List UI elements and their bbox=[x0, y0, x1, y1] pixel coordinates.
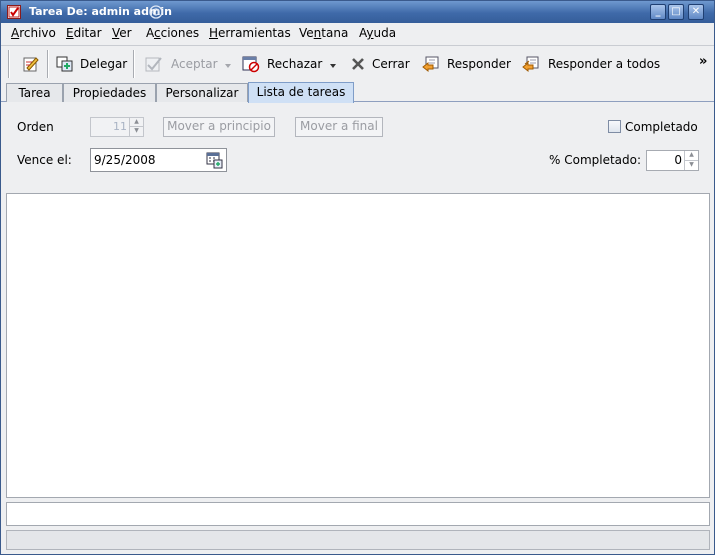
menu-archivo[interactable]: Archivo bbox=[11, 26, 56, 40]
responder-button[interactable]: Responder bbox=[422, 53, 514, 75]
close-x-icon bbox=[352, 58, 364, 70]
pct-completado-spinner[interactable]: 0 ▲ ▼ bbox=[646, 150, 699, 171]
toolbar-separator bbox=[133, 50, 135, 78]
responder-label: Responder bbox=[447, 57, 511, 71]
orden-up-icon[interactable]: ▲ bbox=[130, 118, 143, 127]
rechazar-button[interactable]: Rechazar bbox=[242, 53, 338, 75]
attachment-field[interactable] bbox=[6, 502, 710, 526]
title-bar[interactable]: Tarea De: admin admin _ □ ✕ bbox=[1, 1, 714, 23]
calendar-picker-icon[interactable] bbox=[206, 152, 223, 169]
tab-lista-de-tareas[interactable]: Lista de tareas bbox=[248, 82, 354, 103]
menu-editar[interactable]: Editar bbox=[66, 26, 102, 40]
rechazar-dropdown-icon[interactable] bbox=[330, 64, 336, 68]
vence-date-field[interactable]: 9/25/2008 bbox=[90, 148, 227, 172]
vence-label: Vence el: bbox=[17, 153, 72, 167]
orden-label: Orden bbox=[17, 120, 54, 134]
completado-checkbox[interactable] bbox=[608, 120, 621, 133]
menu-acciones[interactable]: Acciones bbox=[146, 26, 199, 40]
tab-bar: Tarea Propiedades Personalizar Lista de … bbox=[1, 81, 714, 103]
mover-principio-button[interactable]: Mover a principio bbox=[163, 117, 275, 137]
pct-completado-value: 0 bbox=[674, 153, 682, 167]
toolbar: Delegar Aceptar Rechazar Cerrar Responde… bbox=[1, 45, 714, 81]
close-window-button[interactable]: ✕ bbox=[688, 4, 704, 20]
pct-up-icon[interactable]: ▲ bbox=[685, 151, 698, 161]
orden-down-icon[interactable]: ▼ bbox=[130, 127, 143, 136]
toolbar-overflow-icon[interactable]: » bbox=[699, 54, 708, 69]
cerrar-label: Cerrar bbox=[372, 57, 410, 71]
reply-icon bbox=[422, 56, 439, 73]
toolbar-grip[interactable] bbox=[8, 50, 10, 78]
aceptar-label: Aceptar bbox=[171, 57, 218, 71]
menu-herramientas[interactable]: Herramientas bbox=[209, 26, 291, 40]
task-list-panel: Orden 11 ▲ ▼ Mover a principio Mover a f… bbox=[6, 103, 710, 189]
orden-spinner-arrows: ▲ ▼ bbox=[129, 118, 143, 136]
swirl-decoration-icon bbox=[149, 5, 163, 19]
menu-ayuda[interactable]: Ayuda bbox=[359, 26, 396, 40]
pct-spinner-arrows: ▲ ▼ bbox=[684, 151, 698, 170]
edit-task-button[interactable] bbox=[22, 53, 42, 75]
aceptar-dropdown-icon[interactable] bbox=[225, 64, 231, 68]
delegar-label: Delegar bbox=[80, 57, 128, 71]
pct-down-icon[interactable]: ▼ bbox=[685, 161, 698, 171]
accept-check-icon bbox=[145, 57, 162, 72]
menu-ventana[interactable]: Ventana bbox=[299, 26, 348, 40]
task-description-editor[interactable] bbox=[6, 193, 710, 498]
pencil-note-icon bbox=[23, 57, 39, 72]
completado-label: Completado bbox=[625, 120, 698, 134]
menu-ver[interactable]: Ver bbox=[112, 26, 132, 40]
minimize-button[interactable]: _ bbox=[650, 4, 666, 20]
responder-todos-label: Responder a todos bbox=[548, 57, 661, 71]
reply-all-icon bbox=[522, 56, 539, 73]
toolbar-separator bbox=[47, 50, 49, 78]
cerrar-button[interactable]: Cerrar bbox=[349, 53, 411, 75]
decline-calendar-icon bbox=[242, 56, 260, 73]
status-bar bbox=[6, 530, 710, 550]
delegate-icon bbox=[56, 56, 73, 72]
responder-todos-button[interactable]: Responder a todos bbox=[522, 53, 662, 75]
task-window: Tarea De: admin admin _ □ ✕ Archivo Edit… bbox=[0, 0, 715, 555]
tab-propiedades[interactable]: Propiedades bbox=[63, 83, 156, 102]
delegar-button[interactable]: Delegar bbox=[56, 53, 128, 75]
mover-final-button[interactable]: Mover a final bbox=[295, 117, 383, 137]
pct-completado-label: % Completado: bbox=[549, 153, 642, 167]
menu-bar: Archivo Editar Ver Acciones Herramientas… bbox=[1, 23, 714, 44]
orden-spinner[interactable]: 11 ▲ ▼ bbox=[90, 117, 144, 137]
tab-tarea[interactable]: Tarea bbox=[6, 83, 63, 102]
maximize-button[interactable]: □ bbox=[668, 4, 684, 20]
aceptar-button[interactable]: Aceptar bbox=[145, 53, 235, 75]
tab-personalizar[interactable]: Personalizar bbox=[156, 83, 248, 102]
vence-date-value: 9/25/2008 bbox=[94, 153, 156, 167]
task-app-icon bbox=[7, 5, 21, 19]
rechazar-label: Rechazar bbox=[267, 57, 323, 71]
orden-value: 11 bbox=[113, 120, 127, 133]
